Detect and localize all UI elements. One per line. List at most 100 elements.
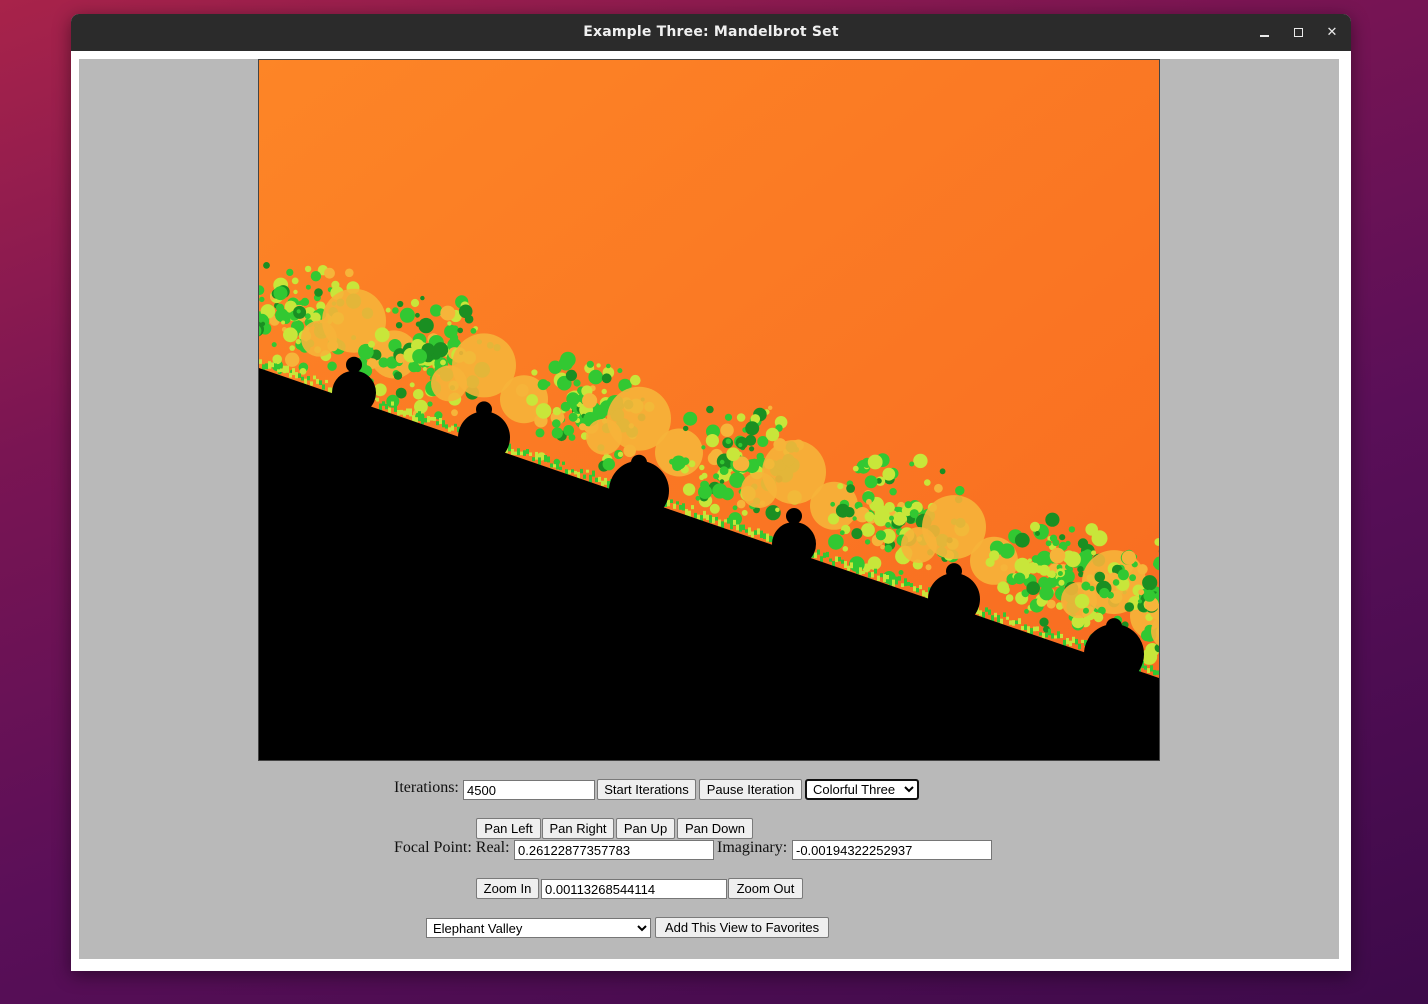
filament-dot xyxy=(1024,609,1029,614)
favorites-select[interactable]: Elephant Valley xyxy=(426,918,651,938)
edge-speck xyxy=(1036,626,1039,632)
edge-speck xyxy=(319,380,322,385)
minibrot-head xyxy=(946,563,962,580)
filament-dot xyxy=(880,544,885,550)
edge-speck xyxy=(874,568,877,574)
edge-speck xyxy=(322,384,325,390)
filament-dot xyxy=(861,523,875,537)
filament-dot xyxy=(745,421,760,436)
edge-speck xyxy=(691,505,694,510)
edge-speck xyxy=(544,455,547,462)
iterations-input[interactable] xyxy=(463,780,595,800)
filament-dot xyxy=(1035,531,1040,536)
edge-speck xyxy=(892,579,895,587)
edge-speck xyxy=(850,562,853,569)
filament-dot xyxy=(866,498,872,505)
edge-speck xyxy=(307,376,310,381)
zoom-input[interactable] xyxy=(541,879,727,899)
real-input[interactable] xyxy=(514,840,714,860)
edge-speck xyxy=(733,519,736,525)
filament-dot xyxy=(884,502,895,513)
edge-speck xyxy=(715,516,718,521)
edge-speck xyxy=(1078,643,1081,650)
edge-speck xyxy=(268,361,271,369)
filament-dot xyxy=(712,483,728,499)
filament-dot xyxy=(709,503,720,514)
filament-dot xyxy=(427,401,433,407)
filament-dot xyxy=(1058,579,1065,586)
filament-dot xyxy=(698,485,712,499)
bulb xyxy=(901,527,937,563)
filament-dot xyxy=(1091,550,1097,556)
filament-dot xyxy=(601,388,607,395)
filament-dot xyxy=(1091,530,1108,547)
edge-speck xyxy=(1033,626,1036,632)
start-iterations-button[interactable]: Start Iterations xyxy=(597,779,696,800)
filament-dot xyxy=(1121,550,1136,565)
filament-dot xyxy=(1014,532,1030,548)
close-button[interactable]: ✕ xyxy=(1322,23,1342,43)
pan-right-button[interactable]: Pan Right xyxy=(542,818,614,839)
filament-dot xyxy=(596,363,601,368)
filament-dot xyxy=(875,530,887,541)
edge-speck xyxy=(868,572,871,578)
mandelbrot-canvas[interactable] xyxy=(258,59,1160,761)
edge-speck xyxy=(1153,669,1156,676)
edge-speck xyxy=(835,556,838,562)
filament-dot xyxy=(602,458,615,471)
pan-down-button[interactable]: Pan Down xyxy=(677,818,753,839)
edge-speck xyxy=(727,517,730,524)
filament-dot xyxy=(568,412,578,422)
filament-dot xyxy=(447,321,452,326)
edge-speck xyxy=(1009,620,1012,625)
filament-dot xyxy=(531,369,538,376)
edge-speck xyxy=(310,381,313,386)
edge-speck xyxy=(406,408,409,415)
edge-speck xyxy=(550,463,553,468)
filament-dot xyxy=(1059,534,1066,541)
edge-speck xyxy=(1018,618,1021,625)
zoom-in-button[interactable]: Zoom In xyxy=(476,878,539,899)
filament-dot xyxy=(1129,574,1136,582)
filament-dot xyxy=(552,407,562,416)
pan-left-button[interactable]: Pan Left xyxy=(476,818,541,839)
title-bar[interactable]: Example Three: Mandelbrot Set ✕ xyxy=(71,14,1351,51)
bulb xyxy=(741,472,777,508)
zoom-out-button[interactable]: Zoom Out xyxy=(728,878,803,899)
filament-dot xyxy=(925,564,932,571)
filament-dot xyxy=(345,268,354,278)
filament-dot xyxy=(260,321,266,326)
edge-speck xyxy=(433,417,436,421)
palette-select[interactable]: Colorful Three xyxy=(805,779,919,800)
edge-speck xyxy=(580,468,583,474)
edge-speck xyxy=(382,401,385,406)
filament-dot xyxy=(273,286,288,301)
pan-up-button[interactable]: Pan Up xyxy=(616,818,675,839)
imaginary-label: Imaginary: xyxy=(717,839,788,856)
edge-speck xyxy=(583,474,586,479)
filament-dot xyxy=(310,271,322,282)
filament-dot xyxy=(768,405,773,410)
filament-dot xyxy=(719,479,725,484)
edge-speck xyxy=(385,403,388,410)
edge-speck xyxy=(676,501,679,505)
filament-dot xyxy=(545,381,551,387)
filament-dot xyxy=(457,327,463,334)
edge-speck xyxy=(859,567,862,575)
focal-point-label: Focal Point: Real: xyxy=(394,839,510,856)
edge-speck xyxy=(1072,636,1075,643)
edge-speck xyxy=(817,549,820,555)
edge-speck xyxy=(910,583,913,587)
edge-speck xyxy=(1081,639,1084,643)
filament-dot xyxy=(304,265,312,273)
filament-dot xyxy=(1137,599,1143,604)
filament-dot xyxy=(1093,612,1104,623)
filament-dot xyxy=(1065,551,1081,568)
maximize-button[interactable] xyxy=(1288,23,1308,43)
filament-dot xyxy=(1030,521,1040,532)
edge-speck xyxy=(739,524,742,532)
imaginary-input[interactable] xyxy=(792,840,992,860)
pause-iteration-button[interactable]: Pause Iteration xyxy=(699,779,802,800)
add-favorite-button[interactable]: Add This View to Favorites xyxy=(655,917,829,938)
minimize-button[interactable] xyxy=(1254,23,1274,43)
